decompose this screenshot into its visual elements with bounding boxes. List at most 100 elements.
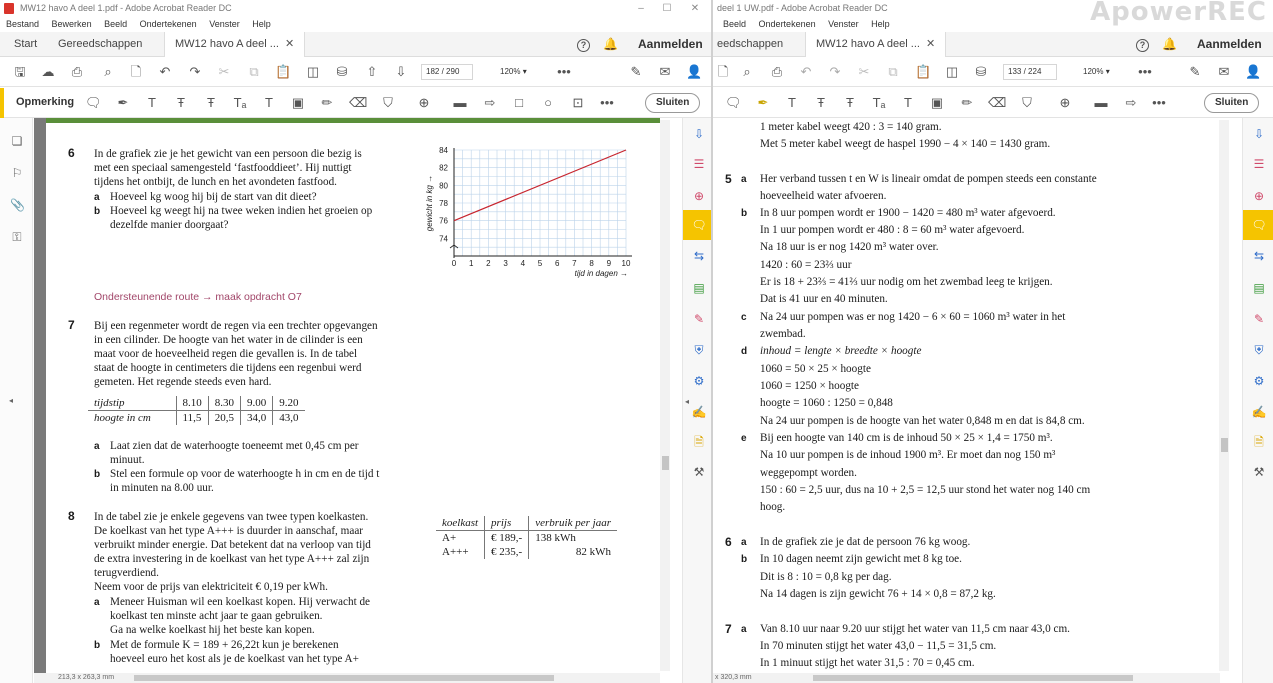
comment-tool-icon[interactable]: 🗨	[691, 217, 707, 233]
tab-tools[interactable]: Gereedschappen	[58, 32, 142, 57]
close-comment-button[interactable]: Sluiten	[645, 93, 701, 113]
expand-rail-icon[interactable]: ◂	[679, 394, 695, 410]
snapshot-icon[interactable]: ◫	[305, 64, 321, 80]
zoom-select[interactable]: 120% ▾	[1083, 64, 1110, 80]
fill-sign-icon[interactable]: ✎	[1251, 311, 1267, 327]
paperclip-icon[interactable]: 📎	[10, 198, 25, 212]
document-viewport[interactable]: 6 In de grafiek zie je het gewicht van e…	[34, 118, 660, 673]
edit-pdf-icon[interactable]: ▤	[691, 280, 707, 296]
scroll-thumb[interactable]	[662, 456, 669, 470]
more-comment-tools-icon[interactable]: •••	[599, 95, 615, 111]
bell-icon[interactable]: 🔔	[603, 32, 618, 57]
page-up-icon[interactable]: ⇧	[364, 64, 380, 80]
fill-sign-icon[interactable]: ✎	[691, 311, 707, 327]
menu-sign[interactable]: Ondertekenen	[759, 19, 816, 29]
create-pdf-icon[interactable]: ⊕	[691, 188, 707, 204]
insert-text-icon[interactable]: Tₐ	[232, 95, 248, 111]
protect-icon[interactable]: ⛨	[1251, 342, 1267, 358]
support-route-link[interactable]: Ondersteunende route → maak opdracht O7	[94, 291, 302, 303]
sticky-note-icon[interactable]: 🗨	[85, 95, 102, 111]
scroll-thumb[interactable]	[1221, 438, 1228, 452]
edit-pdf-icon[interactable]: ▤	[1251, 280, 1267, 296]
insert-text-icon[interactable]: Tₐ	[871, 95, 887, 111]
more-tools-rail-icon[interactable]: ⚒	[1251, 464, 1267, 480]
protect-icon[interactable]: ⛨	[691, 342, 707, 358]
attach-icon[interactable]: ⊕	[416, 95, 432, 111]
menu-view[interactable]: Beeld	[104, 19, 127, 29]
redo-icon[interactable]: ↷	[187, 64, 203, 80]
document-viewport[interactable]: 1 meter kabel weegt 420 : 3 = 140 gram. …	[713, 118, 1220, 673]
close-tab-icon[interactable]: ✕	[285, 38, 294, 50]
tab-document[interactable]: MW12 havo A deel ... ✕	[164, 32, 306, 57]
export-pdf-icon[interactable]: ⇩	[1251, 126, 1267, 142]
strikethrough-icon[interactable]: Ŧ	[173, 95, 189, 111]
rectangle-icon[interactable]: □	[511, 95, 527, 111]
polygon-icon[interactable]: ⊡	[570, 95, 586, 111]
redo-icon[interactable]: ↷	[827, 64, 843, 80]
zoom-search-icon[interactable]: ⌕	[100, 64, 116, 80]
oval-icon[interactable]: ○	[540, 95, 556, 111]
zoom-select[interactable]: 120% ▾	[500, 64, 527, 80]
add-text-icon[interactable]: T	[900, 95, 916, 111]
snapshot-icon[interactable]: ◫	[944, 64, 960, 80]
text-box-icon[interactable]: ▣	[290, 95, 306, 111]
help-icon[interactable]: ?	[577, 32, 590, 57]
arrow-icon[interactable]: ⇨	[1123, 95, 1139, 111]
cut-icon[interactable]: ✂	[216, 64, 232, 80]
tab-start[interactable]: Start	[14, 32, 37, 57]
cut-icon[interactable]: ✂	[856, 64, 872, 80]
sign-pen-icon[interactable]: ✎	[1187, 64, 1203, 80]
close-comment-button[interactable]: Sluiten	[1204, 93, 1260, 113]
save-icon[interactable]: 🖫	[12, 64, 28, 80]
copy-icon[interactable]: ⧉	[885, 64, 901, 80]
maximize-button[interactable]: ☐	[654, 0, 680, 17]
sign-pen-icon[interactable]: ✎	[628, 64, 644, 80]
replace-text-icon[interactable]: Ŧ	[842, 95, 858, 111]
combine-files-icon[interactable]: ⇆	[691, 248, 707, 264]
more-tools-icon[interactable]: •••	[556, 64, 572, 80]
zoom-search-icon[interactable]: ⌕	[739, 64, 755, 80]
print-icon[interactable]: ⎙	[769, 64, 785, 80]
scan-icon[interactable]: ⚙	[1251, 373, 1267, 389]
menu-help[interactable]: Help	[252, 19, 271, 29]
more-tools-icon[interactable]: •••	[1137, 64, 1153, 80]
menu-sign[interactable]: Ondertekenen	[140, 19, 197, 29]
menu-window[interactable]: Venster	[828, 19, 859, 29]
page-search-icon[interactable]: 🗋	[128, 64, 144, 80]
page-number-input[interactable]: 182 / 290	[421, 64, 473, 80]
tab-tools[interactable]: eedschappen	[717, 32, 783, 57]
menu-window[interactable]: Venster	[209, 19, 240, 29]
highlight-icon[interactable]: ✒	[115, 95, 131, 111]
share-user-icon[interactable]: 👤	[686, 64, 702, 80]
underline-text-icon[interactable]: T	[784, 95, 800, 111]
email-icon[interactable]: ✉	[657, 64, 673, 80]
underline-text-icon[interactable]: T	[144, 95, 160, 111]
help-icon[interactable]: ?	[1136, 32, 1149, 57]
send-review-icon[interactable]: 🗎	[1251, 434, 1267, 450]
strikethrough-icon[interactable]: Ŧ	[813, 95, 829, 111]
sign-in-button[interactable]: Aanmelden	[638, 32, 703, 57]
print-icon[interactable]: ⎙	[69, 64, 85, 80]
pencil-icon[interactable]: ✏	[319, 95, 335, 111]
binoculars-icon[interactable]: ⛁	[973, 64, 989, 80]
menu-help[interactable]: Help	[871, 19, 890, 29]
email-icon[interactable]: ✉	[1216, 64, 1232, 80]
more-comment-tools-icon[interactable]: •••	[1151, 95, 1167, 111]
menu-view[interactable]: Beeld	[723, 19, 746, 29]
minimize-button[interactable]: –	[628, 0, 654, 17]
text-box-icon[interactable]: ▣	[929, 95, 945, 111]
close-window-button[interactable]: ✕	[682, 0, 708, 17]
send-review-icon[interactable]: 🗎	[691, 434, 707, 450]
paste-icon[interactable]: 📋	[275, 64, 291, 80]
menu-file[interactable]: Bestand	[6, 19, 39, 29]
pencil-icon[interactable]: ✏	[959, 95, 975, 111]
horizontal-scrollbar[interactable]	[813, 675, 1133, 681]
binoculars-icon[interactable]: ⛁	[334, 64, 350, 80]
export-pdf-icon[interactable]: ⇩	[691, 126, 707, 142]
add-text-icon[interactable]: T	[261, 95, 277, 111]
close-tab-icon[interactable]: ✕	[926, 38, 935, 50]
pages-icon[interactable]: ❏	[10, 134, 24, 148]
organize-pages-icon[interactable]: ☰	[691, 156, 707, 172]
undo-icon[interactable]: ↶	[157, 64, 173, 80]
menu-edit[interactable]: Bewerken	[52, 19, 92, 29]
